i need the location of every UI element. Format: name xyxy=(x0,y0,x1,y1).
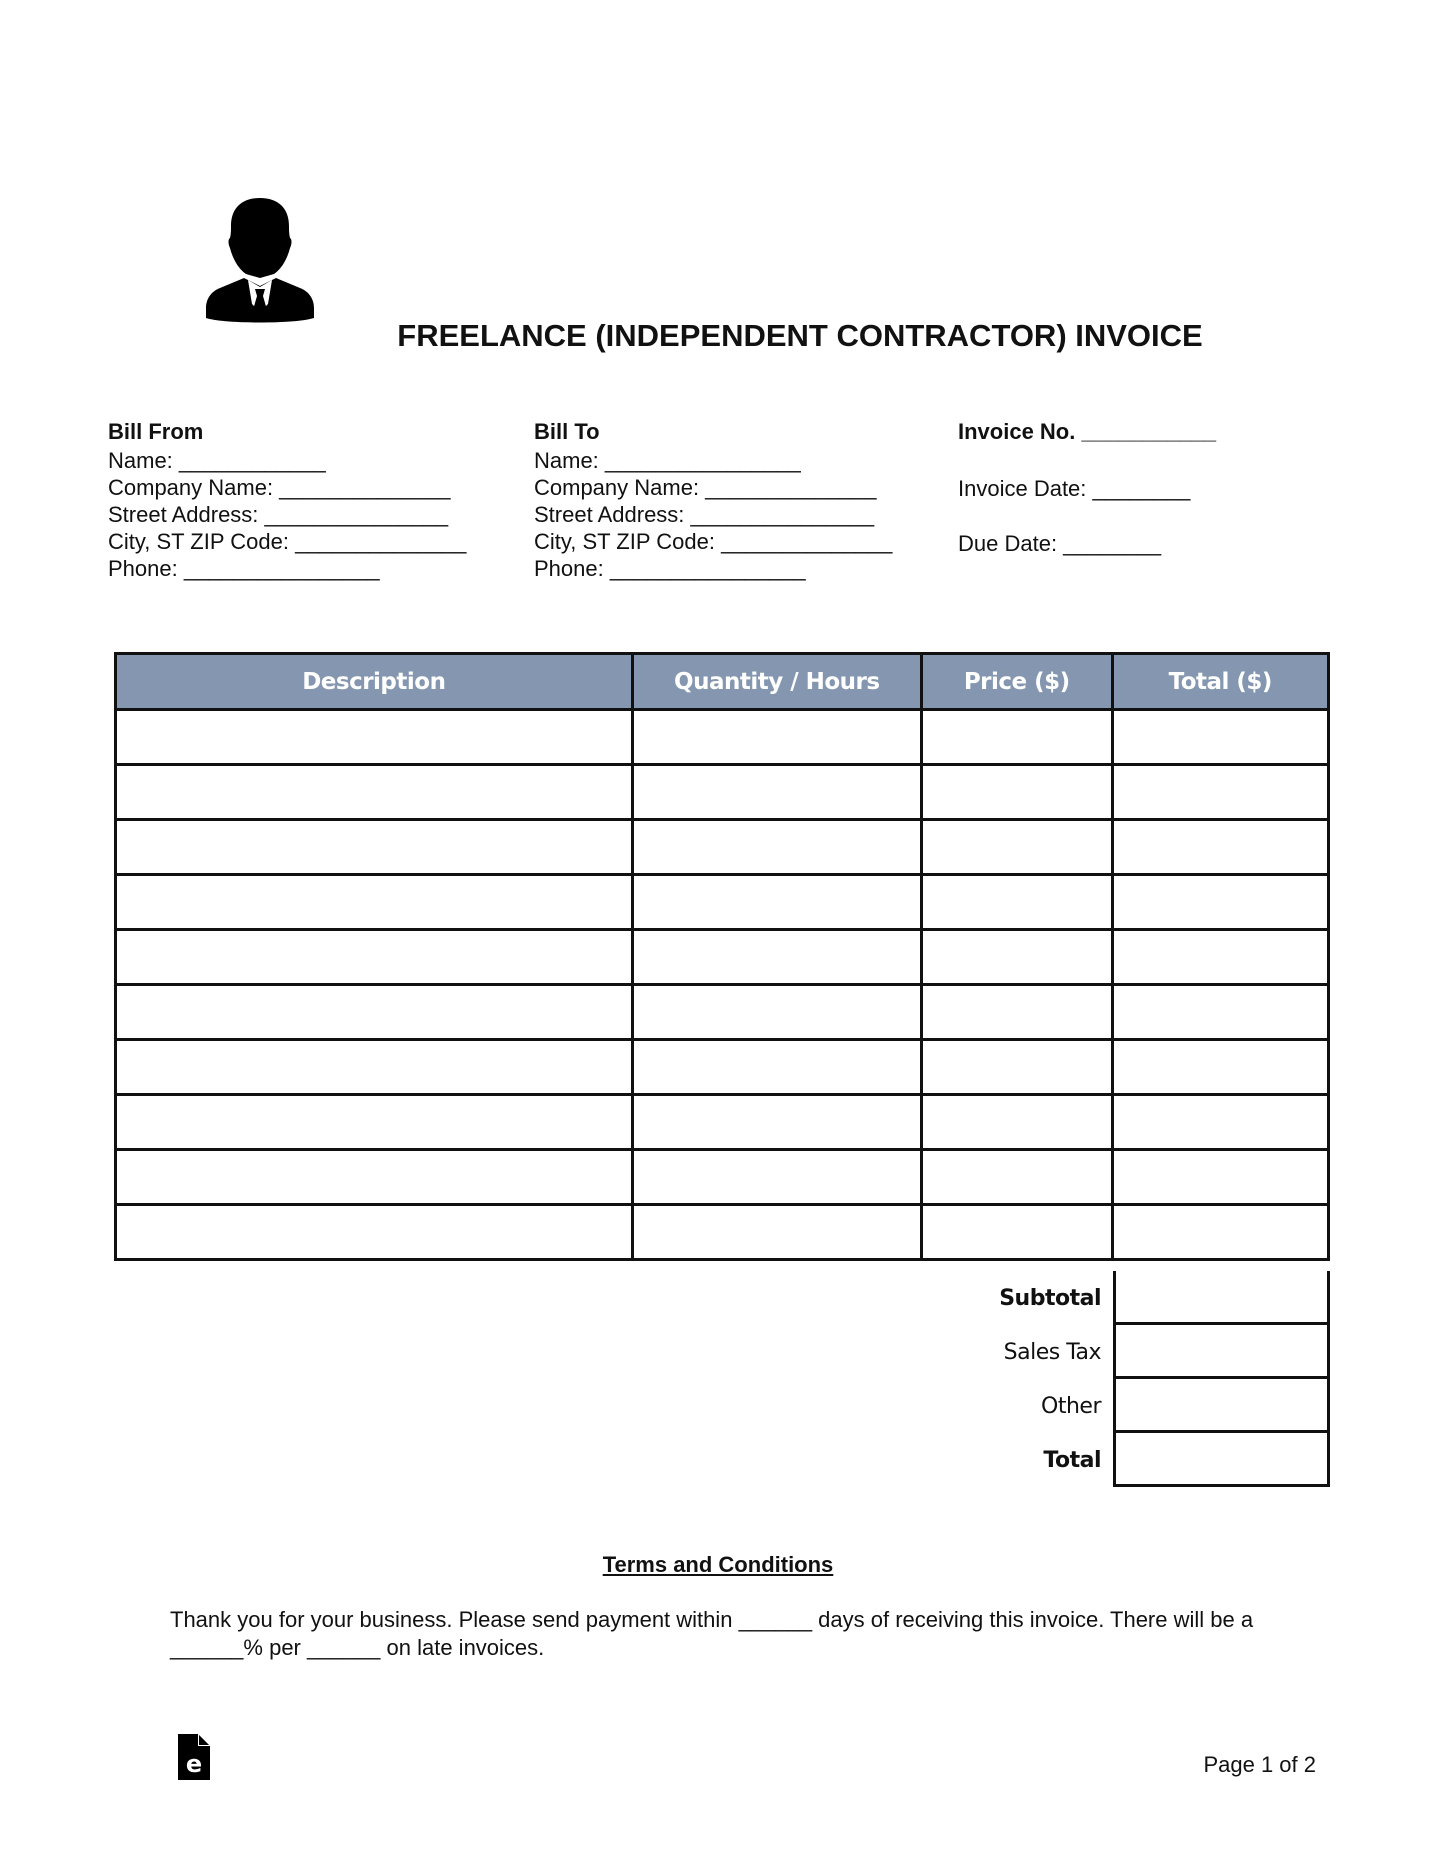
terms-heading-container: Terms and Conditions xyxy=(0,1552,1440,1578)
total-label: Total xyxy=(1043,1447,1101,1473)
description-cell[interactable] xyxy=(114,873,634,931)
description-cell[interactable] xyxy=(114,1148,634,1206)
description-cell[interactable] xyxy=(114,1038,634,1096)
total-cell[interactable] xyxy=(1110,1148,1331,1206)
table-row xyxy=(114,1038,1331,1096)
price-cell[interactable] xyxy=(919,1038,1114,1096)
person-in-suit-icon xyxy=(206,198,314,323)
document-title-container: FREELANCE (INDEPENDENT CONTRACTOR) INVOI… xyxy=(372,318,1228,358)
total-cell[interactable] xyxy=(1110,708,1331,766)
bill-to-city-field[interactable]: City, ST ZIP Code: ______________ xyxy=(534,528,892,555)
total-cell[interactable] xyxy=(1110,763,1331,821)
price-cell[interactable] xyxy=(919,928,1114,986)
quantity-cell[interactable] xyxy=(630,873,923,931)
bill-to-company-field[interactable]: Company Name: ______________ xyxy=(534,474,892,501)
quantity-cell[interactable] xyxy=(630,763,923,821)
bill-from-company-field[interactable]: Company Name: ______________ xyxy=(108,474,466,501)
sales-tax-row: Sales Tax xyxy=(860,1325,1330,1379)
table-row xyxy=(114,928,1331,986)
price-cell[interactable] xyxy=(919,873,1114,931)
terms-text: Thank you for your business. Please send… xyxy=(170,1607,1254,1660)
subtotal-label: Subtotal xyxy=(999,1285,1101,1311)
quantity-cell[interactable] xyxy=(630,818,923,876)
quantity-cell[interactable] xyxy=(630,928,923,986)
sales-tax-label: Sales Tax xyxy=(1003,1339,1102,1365)
quantity-cell[interactable] xyxy=(630,1148,923,1206)
line-items-table: Description Quantity / Hours Price ($) T… xyxy=(114,652,1331,1261)
subtotal-row: Subtotal xyxy=(860,1271,1330,1325)
bill-to-name-field[interactable]: Name: ________________ xyxy=(534,447,892,474)
bill-from-name-field[interactable]: Name: ____________ xyxy=(108,447,466,474)
description-cell[interactable] xyxy=(114,983,634,1041)
subtotal-cell[interactable] xyxy=(1113,1271,1330,1325)
total-cell[interactable] xyxy=(1110,1203,1331,1261)
due-date-field[interactable]: Due Date: ________ xyxy=(958,530,1216,557)
description-cell[interactable] xyxy=(114,1093,634,1151)
bill-to-section: Bill To Name: ________________ Company N… xyxy=(534,418,892,582)
total-cell[interactable] xyxy=(1110,873,1331,931)
bill-from-city-field[interactable]: City, ST ZIP Code: ______________ xyxy=(108,528,466,555)
total-cell[interactable] xyxy=(1110,983,1331,1041)
quantity-cell[interactable] xyxy=(630,708,923,766)
column-header-description: Description xyxy=(114,652,634,711)
quantity-cell[interactable] xyxy=(630,1038,923,1096)
total-cell[interactable] xyxy=(1113,1433,1330,1487)
quantity-cell[interactable] xyxy=(630,1203,923,1261)
totals-section: Subtotal Sales Tax Other Total xyxy=(860,1271,1330,1487)
table-row xyxy=(114,1148,1331,1206)
price-cell[interactable] xyxy=(919,818,1114,876)
description-cell[interactable] xyxy=(114,928,634,986)
bill-from-section: Bill From Name: ____________ Company Nam… xyxy=(108,418,466,582)
table-row xyxy=(114,873,1331,931)
invoice-date-field[interactable]: Invoice Date: ________ xyxy=(958,475,1216,502)
price-cell[interactable] xyxy=(919,1148,1114,1206)
description-cell[interactable] xyxy=(114,1203,634,1261)
price-cell[interactable] xyxy=(919,1093,1114,1151)
sales-tax-cell[interactable] xyxy=(1113,1325,1330,1379)
bill-to-heading: Bill To xyxy=(534,419,600,444)
price-cell[interactable] xyxy=(919,1203,1114,1261)
description-cell[interactable] xyxy=(114,818,634,876)
quantity-cell[interactable] xyxy=(630,1093,923,1151)
column-header-total: Total ($) xyxy=(1110,652,1331,711)
description-cell[interactable] xyxy=(114,763,634,821)
svg-text:e: e xyxy=(186,1750,202,1778)
table-header-row: Description Quantity / Hours Price ($) T… xyxy=(114,652,1331,711)
table-row xyxy=(114,983,1331,1041)
bill-to-street-field[interactable]: Street Address: _______________ xyxy=(534,501,892,528)
quantity-cell[interactable] xyxy=(630,983,923,1041)
table-row xyxy=(114,1093,1331,1151)
total-cell[interactable] xyxy=(1110,928,1331,986)
terms-heading: Terms and Conditions xyxy=(602,1552,834,1577)
total-cell[interactable] xyxy=(1110,818,1331,876)
invoice-number-field[interactable]: Invoice No. ___________ xyxy=(958,418,1216,445)
column-header-price: Price ($) xyxy=(919,652,1114,711)
price-cell[interactable] xyxy=(919,983,1114,1041)
table-row xyxy=(114,1203,1331,1261)
document-title: FREELANCE (INDEPENDENT CONTRACTOR) INVOI… xyxy=(397,318,1203,353)
description-cell[interactable] xyxy=(114,708,634,766)
total-cell[interactable] xyxy=(1110,1093,1331,1151)
bill-to-phone-field[interactable]: Phone: ________________ xyxy=(534,555,892,582)
column-header-quantity: Quantity / Hours xyxy=(630,652,923,711)
total-cell[interactable] xyxy=(1110,1038,1331,1096)
table-row xyxy=(114,708,1331,766)
page-number: Page 1 of 2 xyxy=(1203,1752,1316,1777)
total-row: Total xyxy=(860,1433,1330,1487)
eforms-logo-icon: e xyxy=(178,1734,210,1780)
bill-from-street-field[interactable]: Street Address: _______________ xyxy=(108,501,466,528)
bill-from-heading: Bill From xyxy=(108,419,204,444)
bill-from-phone-field[interactable]: Phone: ________________ xyxy=(108,555,466,582)
price-cell[interactable] xyxy=(919,763,1114,821)
other-cell[interactable] xyxy=(1113,1379,1330,1433)
price-cell[interactable] xyxy=(919,708,1114,766)
table-row xyxy=(114,818,1331,876)
other-row: Other xyxy=(860,1379,1330,1433)
table-row xyxy=(114,763,1331,821)
invoice-meta-section: Invoice No. ___________ Invoice Date: __… xyxy=(958,418,1216,585)
other-label: Other xyxy=(1041,1393,1101,1419)
